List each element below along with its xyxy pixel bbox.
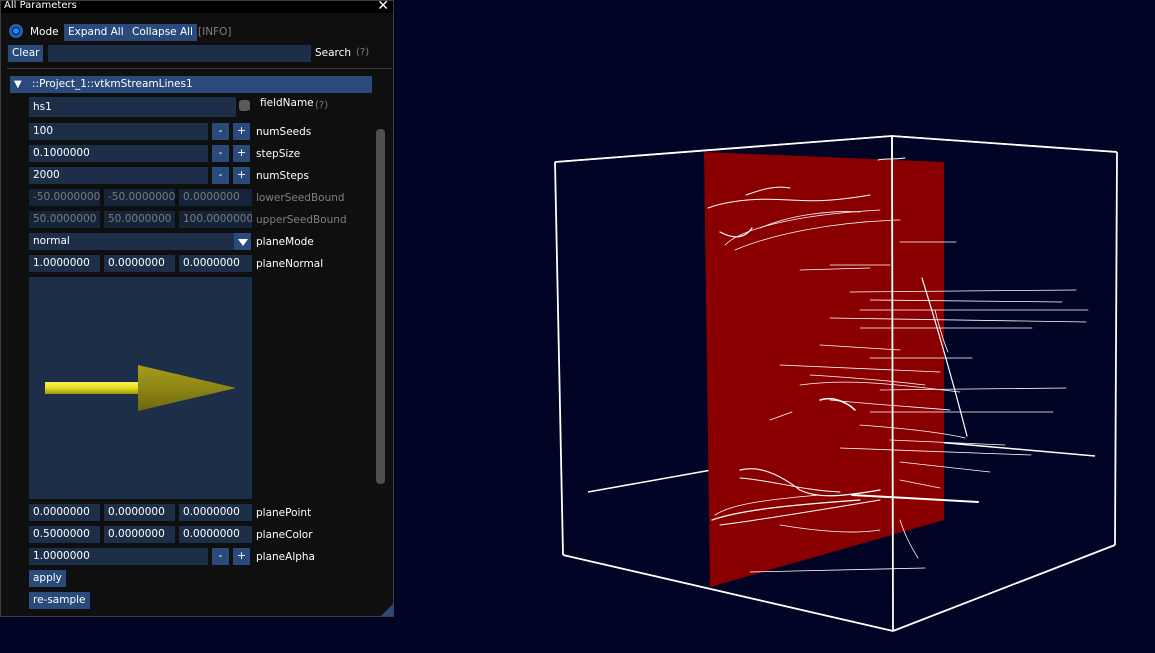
node-title: ::Project_1::vtkmStreamLines1 <box>32 78 193 90</box>
numsteps-decrement-button[interactable]: - <box>212 167 229 184</box>
planecolor-g[interactable]: 0.0000000 <box>104 526 175 543</box>
stepsize-increment-button[interactable]: + <box>233 145 250 162</box>
fieldname-input[interactable]: hs1 <box>29 97 236 117</box>
chevron-down-icon[interactable] <box>234 233 251 250</box>
resample-button[interactable]: re-sample <box>29 592 90 609</box>
numsteps-increment-button[interactable]: + <box>233 167 250 184</box>
node-header[interactable]: ▼ ::Project_1::vtkmStreamLines1 <box>10 76 372 93</box>
fieldname-label: fieldName <box>260 97 314 109</box>
clear-button[interactable]: Clear <box>8 45 44 62</box>
numseeds-label: numSeeds <box>256 126 312 138</box>
planemode-label: planeMode <box>256 236 314 248</box>
stepsize-input[interactable]: 0.1000000 <box>29 145 208 162</box>
plane-normal-preview[interactable] <box>29 277 252 499</box>
planealpha-increment-button[interactable]: + <box>233 548 250 565</box>
stepsize-decrement-button[interactable]: - <box>212 145 229 162</box>
planemode-select[interactable]: normal <box>29 233 234 250</box>
expand-all-button[interactable]: Expand All <box>64 24 128 41</box>
planepoint-x[interactable]: 0.0000000 <box>29 504 100 521</box>
mode-label: Mode <box>30 26 59 38</box>
search-label: Search <box>315 47 352 59</box>
info-label: [INFO] <box>198 26 232 38</box>
upperseedbound-x: 50.0000000 <box>29 211 100 228</box>
separator <box>7 68 392 69</box>
collapse-all-button[interactable]: Collapse All <box>128 24 197 41</box>
scrollbar-thumb[interactable] <box>376 129 385 484</box>
lowerseedbound-y: -50.0000000 <box>104 189 175 206</box>
numseeds-decrement-button[interactable]: - <box>212 123 229 140</box>
planecolor-b[interactable]: 0.0000000 <box>179 526 252 543</box>
all-parameters-panel[interactable]: All Parameters ✕ Mode Expand All Collaps… <box>0 0 394 617</box>
lowerseedbound-label: lowerSeedBound <box>256 192 345 204</box>
lowerseedbound-x: -50.0000000 <box>29 189 100 206</box>
upperseedbound-z: 100.0000000 <box>179 211 252 228</box>
close-icon[interactable]: ✕ <box>377 0 389 14</box>
planecolor-r[interactable]: 0.5000000 <box>29 526 100 543</box>
fieldname-help[interactable]: (?) <box>315 100 328 111</box>
planepoint-label: planePoint <box>256 507 312 519</box>
search-help[interactable]: (?) <box>356 47 369 58</box>
planepoint-z[interactable]: 0.0000000 <box>179 504 252 521</box>
planecolor-label: planeColor <box>256 529 313 541</box>
upperseedbound-y: 50.0000000 <box>104 211 175 228</box>
resize-grip[interactable] <box>381 604 393 616</box>
numsteps-label: numSteps <box>256 170 309 182</box>
numsteps-input[interactable]: 2000 <box>29 167 208 184</box>
planepoint-y[interactable]: 0.0000000 <box>104 504 175 521</box>
planenormal-x[interactable]: 1.0000000 <box>29 255 100 272</box>
panel-title: All Parameters <box>4 0 77 11</box>
stepsize-label: stepSize <box>256 148 301 160</box>
planealpha-label: planeAlpha <box>256 551 315 563</box>
planenormal-z[interactable]: 0.0000000 <box>179 255 252 272</box>
numseeds-increment-button[interactable]: + <box>233 123 250 140</box>
mode-radio[interactable] <box>9 24 23 38</box>
fieldname-checkbox[interactable] <box>239 100 250 111</box>
apply-button[interactable]: apply <box>29 570 66 587</box>
planenormal-y[interactable]: 0.0000000 <box>104 255 175 272</box>
seed-plane <box>704 152 944 587</box>
panel-titlebar[interactable]: All Parameters ✕ <box>1 0 393 14</box>
numseeds-input[interactable]: 100 <box>29 123 208 140</box>
direction-arrow-icon <box>45 365 236 411</box>
search-input[interactable] <box>48 45 311 62</box>
planealpha-input[interactable]: 1.0000000 <box>29 548 208 565</box>
lowerseedbound-z: 0.0000000 <box>179 189 252 206</box>
planealpha-decrement-button[interactable]: - <box>212 548 229 565</box>
mode-radio-dot <box>12 27 20 35</box>
planenormal-label: planeNormal <box>256 258 324 270</box>
upperseedbound-label: upperSeedBound <box>256 214 347 226</box>
chevron-down-icon[interactable]: ▼ <box>14 76 22 93</box>
